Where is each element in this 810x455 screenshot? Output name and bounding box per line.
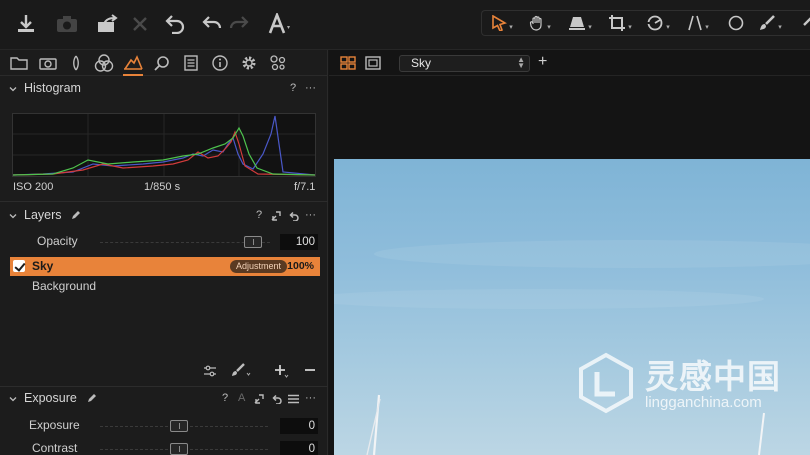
copy-icon[interactable]: [254, 394, 264, 404]
delete-icon[interactable]: [125, 10, 155, 38]
copy-icon[interactable]: [271, 211, 281, 221]
crop-icon[interactable]: ▾: [602, 11, 638, 35]
chevron-down-icon[interactable]: [9, 212, 17, 220]
exposure-header[interactable]: Exposure ? A ···: [0, 388, 328, 410]
opacity-value-field[interactable]: 100: [280, 234, 318, 250]
import-icon[interactable]: [11, 10, 41, 38]
single-view-icon[interactable]: [365, 56, 381, 70]
details-icon[interactable]: [150, 53, 174, 73]
undo-icon[interactable]: [197, 10, 227, 38]
pencil-icon[interactable]: [87, 394, 96, 403]
exposure-icon[interactable]: [121, 53, 145, 76]
histogram-graph: [12, 113, 316, 177]
more-icon[interactable]: ···: [305, 392, 316, 404]
help-icon[interactable]: ?: [290, 82, 296, 94]
reset-icon[interactable]: [160, 10, 190, 38]
divider: [0, 201, 328, 202]
adjust-sliders-icon[interactable]: [203, 365, 217, 377]
presets-icon[interactable]: [288, 394, 299, 404]
layers-title: Layers: [24, 208, 62, 222]
help-icon[interactable]: ?: [256, 209, 262, 221]
circle-mask-icon[interactable]: [718, 11, 754, 35]
layer-opacity: 100%: [287, 260, 314, 272]
select-cursor-icon[interactable]: ▾: [484, 11, 520, 35]
exposure-slider-row: Exposure 0: [0, 415, 328, 435]
layer-name: Sky: [32, 259, 54, 273]
info-icon[interactable]: [208, 53, 232, 73]
color-icon[interactable]: [92, 53, 116, 73]
reset-icon[interactable]: [271, 394, 282, 404]
histogram-header[interactable]: Histogram ? ···: [0, 78, 328, 100]
pan-hand-icon[interactable]: ▾: [522, 11, 558, 35]
layer-type-badge: Adjustment: [230, 260, 288, 273]
divider: [0, 386, 328, 387]
histogram-aperture: f/7.1: [294, 181, 316, 193]
layer-item-background[interactable]: Background: [32, 279, 96, 293]
watermark: 灵感中国 lingganchina.com: [575, 350, 795, 420]
pencil-icon[interactable]: [71, 211, 80, 220]
layers-header[interactable]: Layers ? ···: [0, 205, 328, 227]
more-icon[interactable]: ···: [305, 209, 316, 221]
tool-panel: Histogram ? ··· ISO 200 1/850 s f/7.1 La…: [0, 50, 328, 455]
opacity-row: Opacity 100: [0, 231, 328, 251]
brush-icon[interactable]: ▾: [752, 11, 788, 35]
brush-more-icon[interactable]: [788, 11, 810, 35]
variant-name: Sky: [411, 56, 432, 70]
chevron-down-icon[interactable]: [9, 395, 17, 403]
remove-layer-icon[interactable]: [303, 363, 317, 377]
cursor-tools-group: ▾ ▾ ▾ ▾ ▾ ▾ ▾: [481, 10, 810, 36]
contrast-slider-row: Contrast 0: [0, 438, 328, 455]
add-layer-icon[interactable]: [273, 363, 289, 379]
chevron-down-icon[interactable]: [9, 85, 17, 93]
contrast-slider-handle[interactable]: [170, 443, 188, 455]
brush-icon[interactable]: [231, 363, 251, 379]
contrast-value-field[interactable]: 0: [280, 441, 318, 455]
keystone-icon[interactable]: ▾: [562, 11, 598, 35]
library-icon[interactable]: [7, 53, 31, 73]
help-icon[interactable]: ?: [222, 392, 228, 404]
tool-tabs: [0, 50, 328, 76]
histogram-shutter: 1/850 s: [144, 181, 181, 193]
watermark-text-cn: 灵感中国: [645, 357, 781, 396]
main-toolbar: ▾ ▾ ▾ ▾ ▾ ▾ ▾ ▾: [0, 0, 810, 50]
batch-icon[interactable]: [266, 53, 290, 73]
watermark-text-url: lingganchina.com: [645, 394, 762, 411]
exposure-title: Exposure: [24, 391, 77, 405]
exposure-slider-handle[interactable]: [170, 420, 188, 432]
variant-select[interactable]: Sky ▲ ▼: [399, 55, 530, 72]
rotate-icon[interactable]: ▾: [640, 11, 676, 35]
histogram-iso: ISO 200: [13, 181, 54, 193]
lens-icon[interactable]: [64, 53, 88, 73]
histogram-title: Histogram: [24, 81, 81, 95]
opacity-slider-handle[interactable]: [244, 236, 262, 248]
opacity-label: Opacity: [37, 234, 78, 248]
export-icon[interactable]: [93, 10, 123, 38]
layer-visibility-checkbox[interactable]: [13, 260, 25, 272]
add-variant-button[interactable]: +: [538, 53, 547, 71]
redo-icon[interactable]: [224, 10, 254, 38]
layer-item-sky[interactable]: Sky Adjustment 100%: [10, 257, 320, 276]
metadata-icon[interactable]: [179, 53, 203, 73]
contrast-label: Contrast: [32, 441, 78, 455]
straighten-icon[interactable]: ▾: [680, 11, 716, 35]
settings-icon[interactable]: [237, 53, 261, 73]
viewer-toolbar: Sky ▲ ▼ +: [329, 50, 810, 76]
more-icon[interactable]: ···: [305, 82, 316, 94]
exposure-value-field[interactable]: 0: [280, 418, 318, 434]
select-arrows-icon: ▲ ▼: [517, 55, 525, 70]
multi-view-icon[interactable]: [340, 56, 356, 70]
camera-icon[interactable]: [52, 10, 82, 38]
exposure-label: Exposure: [29, 418, 80, 432]
reset-icon[interactable]: [288, 211, 299, 221]
auto-adjust-button[interactable]: A: [238, 392, 245, 404]
text-icon[interactable]: ▾: [262, 10, 292, 38]
capture-icon[interactable]: [36, 53, 60, 73]
watermark-logo-icon: [579, 352, 633, 414]
